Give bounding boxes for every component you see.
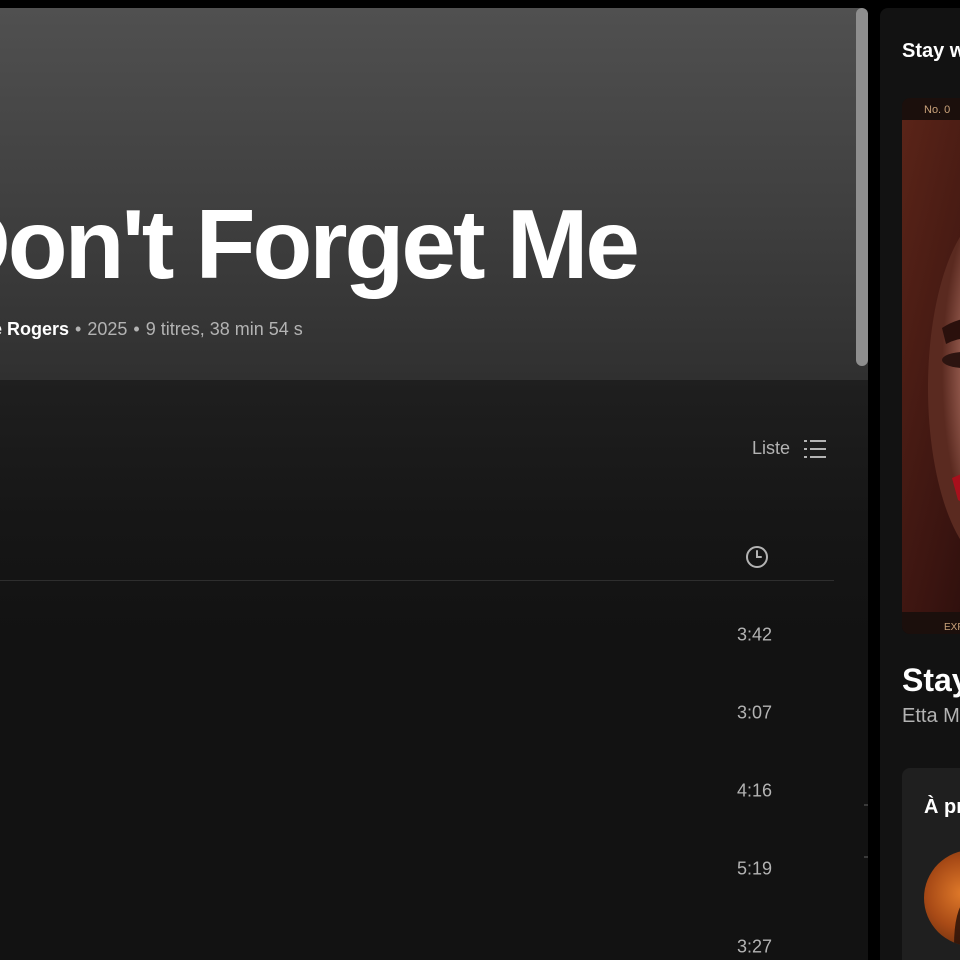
scrollbar-thumb[interactable] [856, 8, 868, 366]
main-panel: Don't Forget Me Maggie Rogers•2025•9 tit… [0, 8, 868, 960]
album-header: Don't Forget Me Maggie Rogers•2025•9 tit… [0, 8, 868, 380]
track-count: 9 titres [145, 319, 200, 339]
track-row[interactable]: 3:07 [0, 674, 834, 752]
track-row[interactable]: 3:27 [0, 908, 834, 960]
artist-avatar[interactable] [924, 850, 960, 946]
view-mode-button[interactable]: Liste [752, 438, 826, 459]
track-duration: 4:16 [736, 780, 772, 801]
track-duration: 3:27 [736, 936, 772, 957]
separator-dot: • [133, 319, 140, 339]
album-duration: 38 min 54 s [209, 319, 303, 339]
track-duration: 5:19 [736, 858, 772, 879]
now-playing-artist[interactable]: Etta M [902, 705, 960, 728]
now-playing-title[interactable]: Stay [902, 662, 960, 699]
track-row[interactable]: 3:42 [0, 596, 834, 674]
track-duration: 3:42 [736, 624, 772, 645]
album-meta: Maggie Rogers•2025•9 titres, 38 min 54 s [0, 319, 303, 340]
track-duration: 3:07 [736, 702, 772, 723]
now-playing-panel: Stay w No. 0 EX Sta Etta M À pr [880, 8, 960, 960]
about-artist-title: À pr [924, 796, 960, 818]
cover-text-bottom: EXP [944, 622, 960, 633]
about-artist-card[interactable]: À pr [902, 768, 960, 960]
album-title: Don't Forget Me [0, 189, 640, 299]
separator-dot: • [75, 319, 82, 339]
track-row[interactable]: 5:19 [0, 830, 834, 908]
clock-icon [744, 544, 770, 570]
list-icon [804, 439, 826, 459]
tracklist-header-divider [0, 580, 834, 581]
track-row[interactable]: 4:16 [0, 752, 834, 830]
album-cover[interactable]: No. 0 EXP [902, 98, 960, 634]
resize-handle[interactable] [864, 856, 868, 858]
album-year: 2025 [87, 319, 128, 339]
artist-link[interactable]: Maggie Rogers [0, 319, 69, 339]
cover-text-top: No. 0 [924, 104, 950, 116]
now-playing-header: Stay w [902, 40, 960, 62]
resize-handle[interactable] [864, 804, 868, 806]
view-mode-label: Liste [751, 438, 790, 458]
